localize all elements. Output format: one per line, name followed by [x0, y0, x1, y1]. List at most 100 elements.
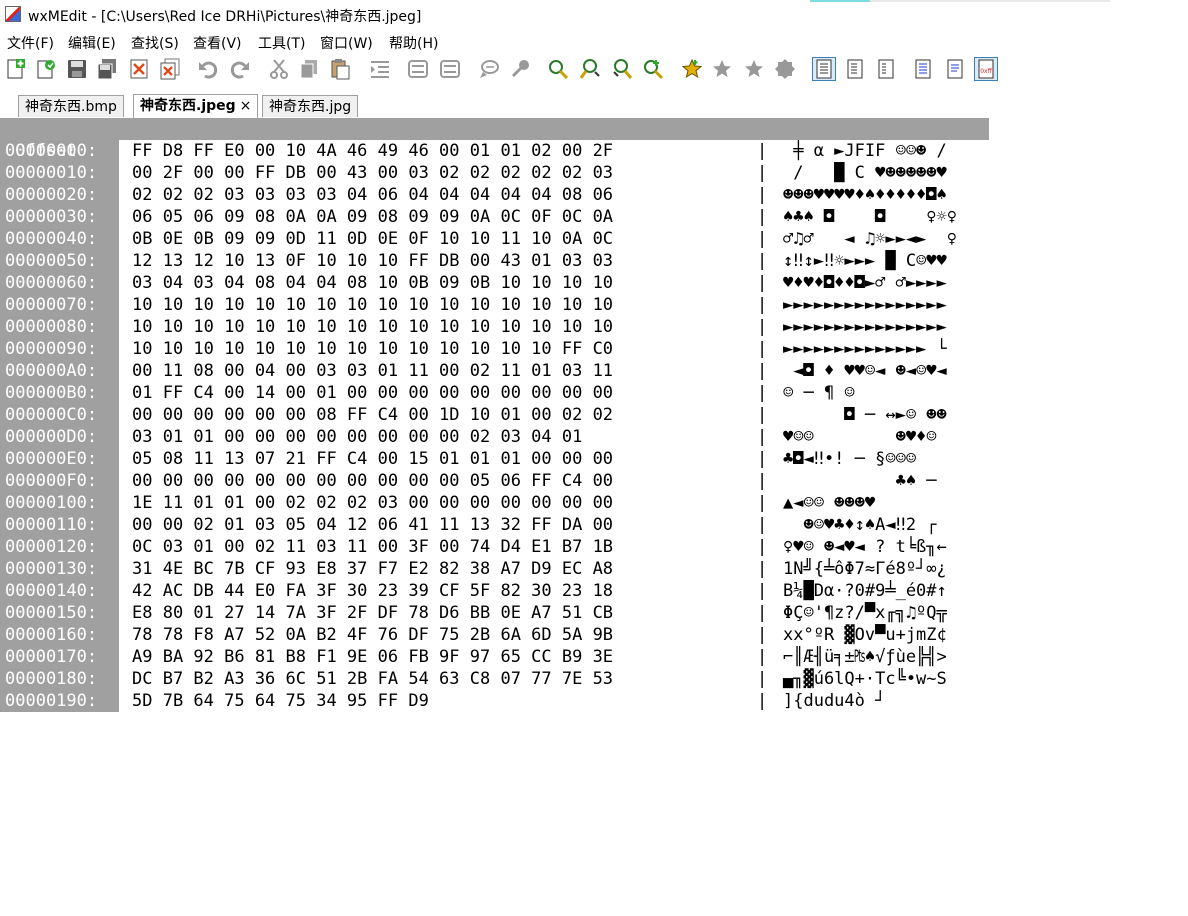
- close-all-icon[interactable]: [158, 57, 182, 81]
- ascii-text[interactable]: ♀♥☺ ☻◄♥◄ ? t╘ß╖←: [783, 536, 947, 558]
- column-separator[interactable]: |: [757, 228, 767, 250]
- column-separator[interactable]: |: [757, 184, 767, 206]
- ascii-text[interactable]: ◄◘ ♦ ♥♥☺◄ ☻◄☺♥◄: [783, 360, 947, 382]
- menu-view[interactable]: 查看(V): [193, 33, 242, 53]
- ascii-text[interactable]: ΦÇ☺'¶z?/▀x╓╗♫ºQ╦: [783, 602, 947, 624]
- settings-icon[interactable]: [773, 57, 797, 81]
- hex-bytes[interactable]: 1E 11 01 01 00 02 02 02 03 00 00 00 00 0…: [132, 492, 613, 514]
- wrap-icon[interactable]: [508, 57, 532, 81]
- ascii-text[interactable]: ↕‼↕►‼☼►►► █ C☺♥♥: [783, 250, 947, 272]
- find-icon[interactable]: [546, 57, 570, 81]
- hex-bytes[interactable]: FF D8 FF E0 00 10 4A 46 49 46 00 01 01 0…: [132, 140, 613, 162]
- hex-bytes[interactable]: 00 00 00 00 00 00 00 00 00 00 00 05 06 F…: [132, 470, 613, 492]
- column-separator[interactable]: |: [757, 624, 767, 646]
- hex-bytes[interactable]: 05 08 11 13 07 21 FF C4 00 15 01 01 01 0…: [132, 448, 613, 470]
- column-separator[interactable]: |: [757, 668, 767, 690]
- hex-bytes[interactable]: 00 11 08 00 04 00 03 03 01 11 00 02 11 0…: [132, 360, 613, 382]
- ascii-text[interactable]: ♣♠ ─: [783, 470, 947, 492]
- text-mode-icon[interactable]: [812, 57, 836, 81]
- hex-bytes[interactable]: 0B 0E 0B 09 09 0D 11 0D 0E 0F 10 10 11 1…: [132, 228, 613, 250]
- replace-icon[interactable]: [641, 57, 665, 81]
- find-next-icon[interactable]: [578, 57, 602, 81]
- column-separator[interactable]: |: [757, 360, 767, 382]
- column-separator[interactable]: |: [757, 294, 767, 316]
- menu-file[interactable]: 文件(F): [7, 33, 54, 53]
- cut-icon[interactable]: [267, 57, 291, 81]
- ascii-text[interactable]: ◘ ─ ↔►☺ ☻☻: [783, 404, 946, 426]
- copy-icon[interactable]: [297, 57, 321, 81]
- ascii-text[interactable]: B¼█Dα·?0#9╧_é0#↑: [783, 580, 947, 602]
- column-separator[interactable]: |: [757, 272, 767, 294]
- ascii-text[interactable]: ♠♣♠ ◘ ◘ ♀☼♀: [783, 206, 957, 228]
- find-previous-icon[interactable]: [610, 57, 634, 81]
- menu-search[interactable]: 查找(S): [131, 33, 179, 53]
- hex-mode-icon[interactable]: [874, 57, 898, 81]
- ascii-text[interactable]: ►►►►►►►►►►►►►► └: [783, 338, 947, 360]
- ascii-text[interactable]: ☻☻☻♥♥♥♥♦♠♦♦♦♦♦◘♠: [783, 184, 947, 206]
- hex-bytes[interactable]: 78 78 F8 A7 52 0A B2 4F 76 DF 75 2B 6A 6…: [132, 624, 613, 646]
- column-mode-icon[interactable]: [843, 57, 867, 81]
- column-separator[interactable]: |: [757, 140, 767, 162]
- hex-bytes[interactable]: 10 10 10 10 10 10 10 10 10 10 10 10 10 1…: [132, 294, 613, 316]
- column-separator[interactable]: |: [757, 426, 767, 448]
- hex-bytes[interactable]: 00 00 00 00 00 00 08 FF C4 00 1D 10 01 0…: [132, 404, 613, 426]
- redo-icon[interactable]: [228, 57, 252, 81]
- column-separator[interactable]: |: [757, 162, 767, 184]
- tab-bmp[interactable]: 神奇东西.bmp: [18, 95, 124, 117]
- uncomment-icon[interactable]: [477, 57, 501, 81]
- column-separator[interactable]: |: [757, 382, 767, 404]
- tab-close-icon[interactable]: ×: [240, 98, 252, 114]
- save-all-icon[interactable]: [95, 57, 119, 81]
- ascii-text[interactable]: ]{dudu4ò ┘: [783, 690, 885, 712]
- ascii-text[interactable]: ♂♫♂ ◄ ♫☼►►◄► ♀: [783, 228, 957, 250]
- hex-bytes[interactable]: 00 2F 00 00 FF DB 00 43 00 03 02 02 02 0…: [132, 162, 613, 184]
- prev-bookmark-icon[interactable]: [742, 57, 766, 81]
- next-bookmark-icon[interactable]: [710, 57, 734, 81]
- hex-bytes[interactable]: 12 13 12 10 13 0F 10 10 10 FF DB 00 43 0…: [132, 250, 613, 272]
- hex-bytes[interactable]: 0C 03 01 00 02 11 03 11 00 3F 00 74 D4 E…: [132, 536, 613, 558]
- hex-bytes[interactable]: 03 04 03 04 08 04 04 08 10 0B 09 0B 10 1…: [132, 272, 613, 294]
- ascii-text[interactable]: ♥☺☺ ☻♥♦☺: [783, 426, 937, 448]
- ascii-text[interactable]: xx°ºR ▓Ov▀u+jmZ¢: [783, 624, 947, 646]
- hex-editor[interactable]: Offset 00 01 02 03 04 05 06 07 08 09 0A …: [0, 118, 1188, 916]
- ascii-text[interactable]: ♣◘◄‼•! ─ §☺☺☺: [783, 448, 947, 470]
- column-separator[interactable]: |: [757, 250, 767, 272]
- ascii-text[interactable]: ►►►►►►►►►►►►►►►►: [783, 316, 947, 338]
- column-separator[interactable]: |: [757, 580, 767, 602]
- hex-bytes[interactable]: 42 AC DB 44 E0 FA 3F 30 23 39 CF 5F 82 3…: [132, 580, 613, 602]
- column-separator[interactable]: |: [757, 316, 767, 338]
- hex-bytes[interactable]: 5D 7B 64 75 64 75 34 95 FF D9: [132, 690, 429, 712]
- hex-bytes[interactable]: 02 02 02 03 03 03 03 04 06 04 04 04 04 0…: [132, 184, 613, 206]
- hex-bytes[interactable]: A9 BA 92 B6 81 B8 F1 9E 06 FB 9F 97 65 C…: [132, 646, 613, 668]
- open-file-icon[interactable]: [34, 57, 58, 81]
- ascii-text[interactable]: / █ C ♥☻☻☻☻☻♥: [783, 162, 947, 184]
- char-wrap-icon[interactable]: [943, 57, 967, 81]
- hex-bytes[interactable]: 31 4E BC 7B CF 93 E8 37 F7 E2 82 38 A7 D…: [132, 558, 613, 580]
- ascii-text[interactable]: ♥♦♥♦◘♦♦◘►♂ ♂►►►►: [783, 272, 947, 294]
- column-separator[interactable]: |: [757, 514, 767, 536]
- save-icon[interactable]: [65, 57, 89, 81]
- hex-bytes[interactable]: 00 00 02 01 03 05 04 12 06 41 11 13 32 F…: [132, 514, 613, 536]
- unindent-icon[interactable]: [406, 57, 430, 81]
- hex-bytes[interactable]: 10 10 10 10 10 10 10 10 10 10 10 10 10 1…: [132, 316, 613, 338]
- tab-jpeg[interactable]: 神奇东西.jpeg ×: [133, 94, 259, 118]
- ascii-text[interactable]: ▄╖▓ú6lQ+·Tc╚•w~S: [783, 668, 947, 690]
- hex-bytes[interactable]: 06 05 06 09 08 0A 0A 09 08 09 09 0A 0C 0…: [132, 206, 613, 228]
- menu-tools[interactable]: 工具(T): [258, 33, 305, 53]
- toggle-bookmark-icon[interactable]: [680, 57, 704, 81]
- hex-bytes[interactable]: DC B7 B2 A3 36 6C 51 2B FA 54 63 C8 07 7…: [132, 668, 613, 690]
- ascii-text[interactable]: 1N╝{╧ôΦ7≈Γé8º┘∞¿: [783, 558, 947, 580]
- column-separator[interactable]: |: [757, 558, 767, 580]
- hex-bytes[interactable]: 01 FF C4 00 14 00 01 00 00 00 00 00 00 0…: [132, 382, 613, 404]
- new-file-icon[interactable]: [4, 57, 28, 81]
- undo-icon[interactable]: [196, 57, 220, 81]
- column-separator[interactable]: |: [757, 404, 767, 426]
- ascii-text[interactable]: ╪ α ►JFIF ☺☺☻ /: [783, 140, 947, 162]
- menu-help[interactable]: 帮助(H): [389, 33, 438, 53]
- hex-bytes[interactable]: 03 01 01 00 00 00 00 00 00 00 00 02 03 0…: [132, 426, 582, 448]
- close-file-icon[interactable]: [127, 57, 151, 81]
- paste-icon[interactable]: [328, 57, 352, 81]
- menu-window[interactable]: 窗口(W): [320, 33, 373, 53]
- ascii-text[interactable]: ☺ ─ ¶ ☺: [783, 382, 947, 404]
- ascii-text[interactable]: ⌐║Æ╢ü╕±₧♠√ƒùe╠╣>: [783, 646, 947, 668]
